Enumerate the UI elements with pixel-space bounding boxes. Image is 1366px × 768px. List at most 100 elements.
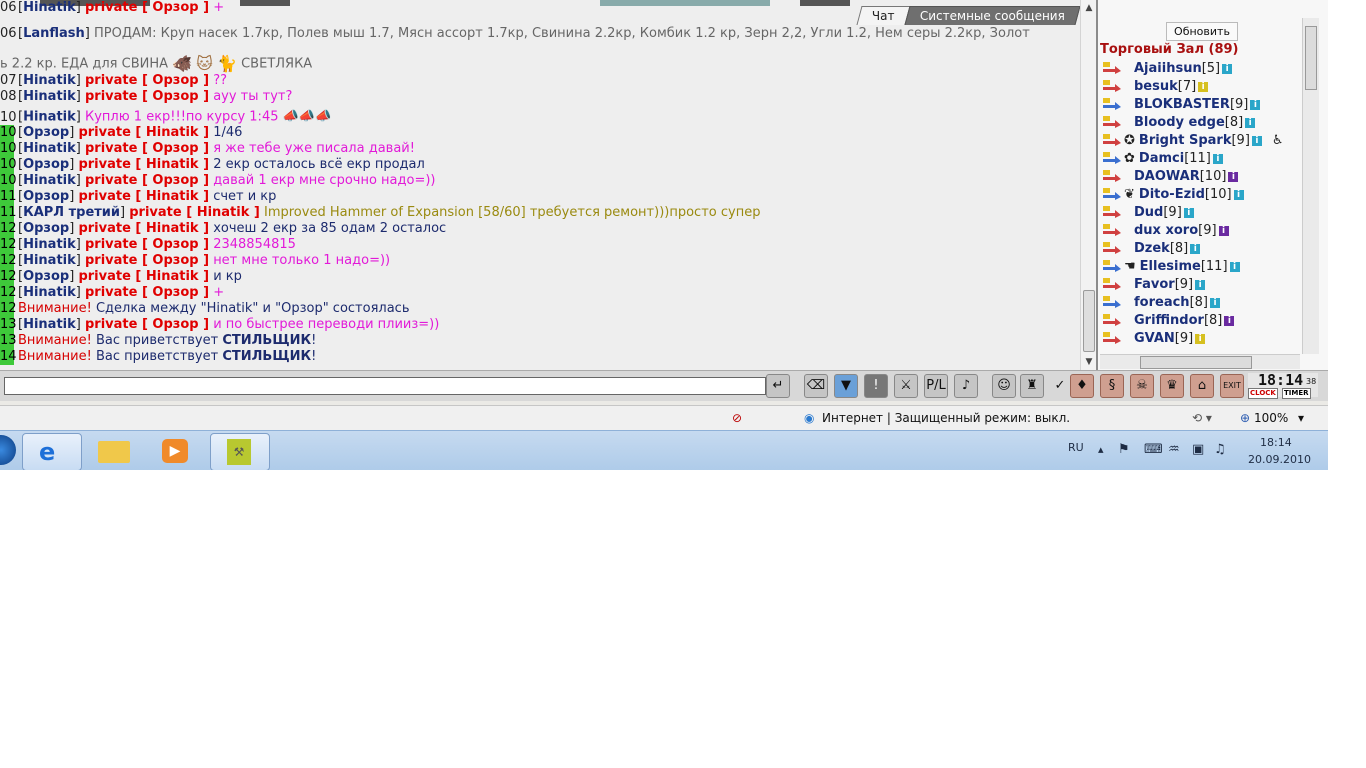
info-icon[interactable]: i	[1233, 189, 1244, 200]
action-center-icon[interactable]: ⚑	[1118, 442, 1130, 457]
private-tag[interactable]: private [ Hinatik ]	[78, 269, 209, 284]
info-icon[interactable]: i	[1218, 225, 1229, 236]
private-tag[interactable]: private [ Орзор ]	[85, 253, 209, 268]
chevron-down-icon[interactable]: ▾	[1298, 410, 1304, 426]
user-name[interactable]: foreach	[1134, 295, 1190, 310]
sender-nick[interactable]: Hinatik	[23, 0, 76, 15]
private-tag[interactable]: private [ Hinatik ]	[78, 125, 209, 140]
private-arrow-icon[interactable]	[1102, 79, 1122, 93]
private-tag[interactable]: private [ Орзор ]	[85, 141, 209, 156]
private-arrow-icon[interactable]	[1102, 61, 1122, 75]
user-name[interactable]: Favor	[1134, 277, 1175, 292]
private-tag[interactable]: private [ Hinatik ]	[129, 205, 260, 220]
scrollbar-thumb[interactable]	[1305, 26, 1317, 90]
refresh-button[interactable]: Обновить	[1166, 22, 1238, 41]
private-tag[interactable]: private [ Орзор ]	[85, 173, 209, 188]
start-button[interactable]	[0, 435, 16, 465]
private-arrow-icon[interactable]	[1102, 277, 1122, 291]
check-icon[interactable]: ✓	[1048, 374, 1072, 398]
user-name[interactable]: BLOKBASTER	[1134, 97, 1230, 112]
private-arrow-icon[interactable]	[1102, 187, 1122, 201]
filter-icon[interactable]: ▼	[834, 374, 858, 398]
info-icon[interactable]: i	[1228, 171, 1239, 182]
user-name[interactable]: Damci	[1139, 151, 1184, 166]
sender-nick[interactable]: Орзор	[23, 157, 69, 172]
game-taskbar-button[interactable]: ⚒	[210, 433, 270, 470]
info-icon[interactable]: i	[1224, 315, 1235, 326]
sender-nick[interactable]: КАРЛ третий	[23, 205, 120, 220]
volume-icon[interactable]: ♫	[1214, 442, 1226, 457]
user-name[interactable]: Dzek	[1134, 241, 1170, 256]
sender-nick[interactable]: Hinatik	[23, 89, 76, 104]
sender-nick[interactable]: Орзор	[23, 125, 69, 140]
popup-blocked-icon[interactable]: ⊘	[732, 410, 742, 426]
sender-nick[interactable]: Hinatik	[23, 237, 76, 252]
sender-nick[interactable]: Hinatik	[23, 317, 76, 332]
protected-mode-icon[interactable]: ⟲ ▾	[1192, 410, 1212, 426]
info-icon[interactable]: i	[1209, 297, 1220, 308]
helmet-icon[interactable]: ♜	[1020, 374, 1044, 398]
user-name[interactable]: Ajaiihsun	[1134, 61, 1202, 76]
scrollbar-thumb[interactable]	[1140, 356, 1252, 369]
user-name[interactable]: dux xoro	[1134, 223, 1198, 238]
private-tag[interactable]: private [ Орзор ]	[85, 73, 209, 88]
sender-nick[interactable]: Hinatik	[23, 253, 76, 268]
bluetooth-icon[interactable]: ♒	[1168, 442, 1180, 457]
private-tag[interactable]: private [ Hinatik ]	[78, 189, 209, 204]
user-name[interactable]: besuk	[1134, 79, 1178, 94]
armor-icon[interactable]: ♛	[1160, 374, 1184, 398]
timer-label[interactable]: TIMER	[1282, 388, 1311, 399]
sender-nick[interactable]: Hinatik	[23, 73, 76, 88]
private-tag[interactable]: private [ Орзор ]	[85, 0, 209, 15]
skull-icon[interactable]: ☠	[1130, 374, 1154, 398]
user-list-scrollbar[interactable]	[1302, 18, 1319, 354]
sender-nick[interactable]: Орзор	[23, 189, 69, 204]
chat-input[interactable]	[4, 377, 766, 395]
tab-chat[interactable]: Чат	[856, 6, 911, 25]
info-icon[interactable]: i	[1198, 81, 1209, 92]
info-icon[interactable]: i	[1222, 63, 1233, 74]
fight-icon[interactable]: ⚔	[894, 374, 918, 398]
private-arrow-icon[interactable]	[1102, 331, 1122, 345]
language-indicator[interactable]: RU	[1068, 441, 1084, 454]
eraser-icon[interactable]: ⌫	[804, 374, 828, 398]
zoom-level[interactable]: 100%	[1254, 410, 1288, 426]
user-name[interactable]: Bloody edge	[1134, 115, 1225, 130]
ie-taskbar-button[interactable]: e	[22, 433, 82, 470]
pl-icon[interactable]: P/L	[924, 374, 948, 398]
sender-nick[interactable]: Hinatik	[23, 110, 76, 125]
media-player-taskbar-button[interactable]: ▶	[148, 433, 206, 469]
info-icon[interactable]: i	[1212, 153, 1223, 164]
alert-icon[interactable]: !	[864, 374, 888, 398]
private-arrow-icon[interactable]	[1102, 115, 1122, 129]
info-icon[interactable]: i	[1229, 261, 1240, 272]
send-enter-icon[interactable]: ↵	[766, 374, 790, 398]
private-tag[interactable]: private [ Орзор ]	[85, 285, 209, 300]
user-name[interactable]: Dito-Ezid	[1139, 187, 1205, 202]
clock-label[interactable]: CLOCK	[1248, 388, 1278, 399]
exit-button[interactable]: EXIT	[1220, 374, 1244, 398]
network-icon[interactable]: ▣	[1192, 442, 1204, 457]
private-tag[interactable]: private [ Орзор ]	[85, 317, 209, 332]
private-arrow-icon[interactable]	[1102, 133, 1122, 147]
user-name[interactable]: GVAN	[1134, 331, 1175, 346]
tray-time[interactable]: 18:14	[1260, 436, 1292, 449]
user-name[interactable]: Ellesime	[1140, 259, 1201, 274]
scrollbar-thumb[interactable]	[1083, 290, 1095, 352]
user-name[interactable]: Dud	[1134, 205, 1163, 220]
usb-icon[interactable]: ⌨	[1144, 442, 1163, 457]
user-list-hscrollbar[interactable]	[1100, 354, 1300, 369]
scroll-icon[interactable]: §	[1100, 374, 1124, 398]
private-arrow-icon[interactable]	[1102, 97, 1122, 111]
private-arrow-icon[interactable]	[1102, 241, 1122, 255]
info-icon[interactable]: i	[1245, 117, 1256, 128]
sound-icon[interactable]: ♪	[954, 374, 978, 398]
info-icon[interactable]: i	[1195, 333, 1206, 344]
security-zone[interactable]: Интернет | Защищенный режим: выкл.	[822, 410, 1070, 426]
sender-nick[interactable]: Lanflash	[23, 26, 85, 41]
bag-icon[interactable]: ♦	[1070, 374, 1094, 398]
tray-expand-icon[interactable]: ▴	[1098, 443, 1104, 456]
private-tag[interactable]: private [ Орзор ]	[85, 237, 209, 252]
private-arrow-icon[interactable]	[1102, 205, 1122, 219]
user-name[interactable]: Bright Spark	[1139, 133, 1232, 148]
